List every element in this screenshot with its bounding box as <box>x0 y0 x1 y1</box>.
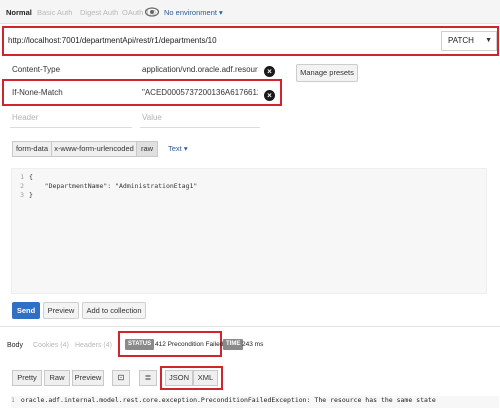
remove-header-icon[interactable]: × <box>264 66 275 77</box>
manage-presets-button[interactable]: Manage presets <box>296 64 358 82</box>
response-text: oracle.adf.internal.model.rest.core.exce… <box>20 396 436 404</box>
format-json-button[interactable]: JSON <box>165 370 193 386</box>
body-editor[interactable]: 1 2 3 { "DepartmentName": "Administratio… <box>11 168 487 294</box>
body-type-form-data[interactable]: form-data <box>12 141 52 157</box>
code-line: } <box>29 191 33 199</box>
tab-basic-auth[interactable]: Basic Auth <box>37 6 72 20</box>
divider <box>10 127 132 128</box>
tab-digest-auth[interactable]: Digest Auth <box>80 6 118 20</box>
send-button[interactable]: Send <box>12 302 40 319</box>
body-type-raw[interactable]: raw <box>136 141 158 157</box>
code-line: "DepartmentName": "AdministrationEtag1" <box>29 182 198 190</box>
copy-icon[interactable]: ⊡ <box>112 370 130 386</box>
response-body: 1 oracle.adf.internal.model.rest.core.exc… <box>11 396 499 408</box>
tab-response-cookies[interactable]: Cookies (4) <box>33 339 69 353</box>
tab-response-body[interactable]: Body <box>7 339 23 353</box>
divider <box>140 127 260 128</box>
line-number: 2 <box>20 182 24 190</box>
url-input[interactable]: http://localhost:7001/departmentApi/rest… <box>8 33 434 49</box>
time-badge: TIME <box>223 339 244 350</box>
status-value: 412 Precondition Failed <box>155 341 224 348</box>
add-to-collection-button[interactable]: Add to collection <box>82 302 146 319</box>
body-type-urlencoded[interactable]: x-www-form-urlencoded <box>51 141 137 157</box>
method-select[interactable]: PATCH ▼ <box>441 31 497 51</box>
view-preview-button[interactable]: Preview <box>72 370 104 386</box>
chevron-down-icon: ▾ <box>183 144 188 153</box>
header-value-input[interactable]: "ACED0005737200136A6176612E7574 <box>142 86 258 100</box>
divider <box>0 326 500 327</box>
environment-dropdown[interactable]: No environment ▾ <box>164 6 223 20</box>
view-raw-button[interactable]: Raw <box>44 370 70 386</box>
status-badge: STATUS <box>125 339 155 350</box>
tab-normal[interactable]: Normal <box>6 6 32 20</box>
text-mode-dropdown[interactable]: Text ▾ <box>168 141 188 157</box>
header-key-input[interactable]: Content-Type <box>12 63 132 77</box>
preview-button[interactable]: Preview <box>43 302 79 319</box>
line-number: 1 <box>11 396 15 404</box>
method-value: PATCH <box>448 36 474 45</box>
auth-tab-bar <box>0 0 500 24</box>
tab-response-headers[interactable]: Headers (4) <box>75 339 112 353</box>
line-number: 3 <box>20 191 24 199</box>
environment-label: No environment <box>164 8 217 17</box>
new-header-key-input[interactable]: Header <box>12 111 132 125</box>
code-line: { <box>29 173 33 181</box>
remove-header-icon[interactable]: × <box>264 90 275 101</box>
chevron-down-icon: ▾ <box>219 8 223 17</box>
wrap-lines-icon[interactable]: ≣ <box>139 370 157 386</box>
header-value-input[interactable]: application/vnd.oracle.adf.resourceitem <box>142 63 258 77</box>
eye-icon[interactable] <box>145 7 159 17</box>
view-pretty-button[interactable]: Pretty <box>12 370 42 386</box>
format-xml-button[interactable]: XML <box>193 370 218 386</box>
chevron-down-icon: ▼ <box>485 37 492 44</box>
new-header-value-input[interactable]: Value <box>142 111 258 125</box>
text-mode-label: Text <box>168 144 182 153</box>
line-number: 1 <box>20 173 24 181</box>
header-key-input[interactable]: If-None-Match <box>12 86 132 100</box>
time-value: 243 ms <box>242 341 264 348</box>
